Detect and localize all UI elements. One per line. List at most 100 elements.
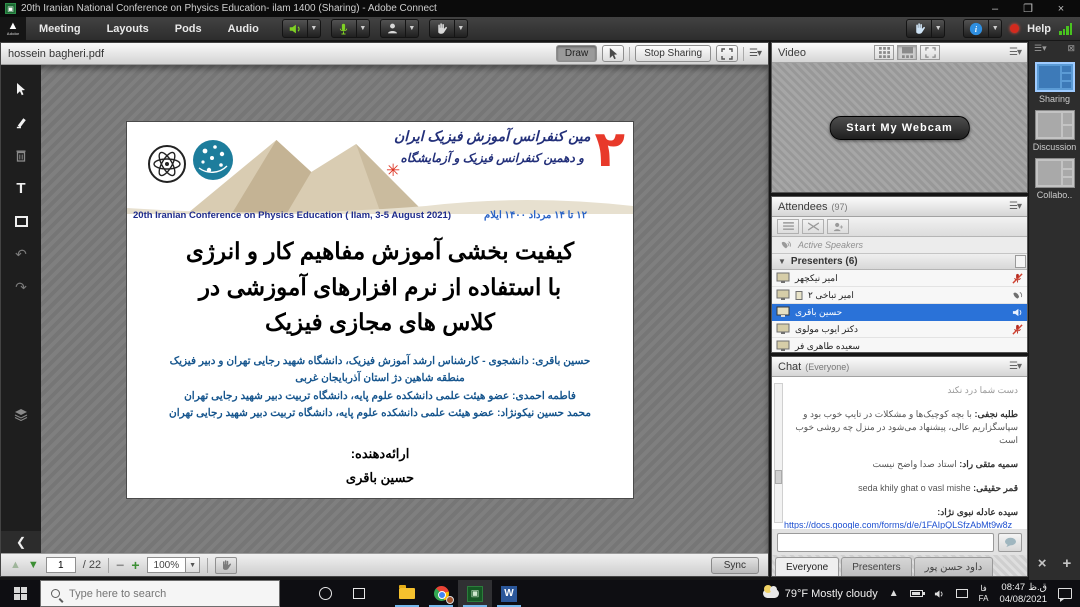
previous-page-button[interactable]: ▲ xyxy=(10,559,21,571)
maximize-button[interactable]: ❐ xyxy=(1014,2,1042,15)
layout-thumb-collaboration[interactable] xyxy=(1035,158,1075,188)
menu-meeting[interactable]: Meeting xyxy=(26,17,94,41)
delete-tool[interactable] xyxy=(10,145,32,165)
network-icon[interactable] xyxy=(956,589,968,598)
page-number-input[interactable] xyxy=(46,557,76,573)
start-button[interactable] xyxy=(0,580,40,607)
connection-signal-icon[interactable] xyxy=(1059,23,1072,35)
menu-layouts[interactable]: Layouts xyxy=(94,17,162,41)
send-message-button[interactable] xyxy=(998,533,1022,552)
taskbar-search[interactable] xyxy=(40,580,280,607)
select-tool[interactable] xyxy=(10,79,32,99)
info-dropdown[interactable]: ▼ xyxy=(989,19,1002,38)
info-button[interactable]: i xyxy=(963,19,989,38)
cloud-icon xyxy=(763,589,779,598)
chat-link[interactable]: https://docs.google.com/forms/d/e/1FAIpQ… xyxy=(784,519,1018,529)
fullscreen-button[interactable] xyxy=(716,45,738,62)
search-input[interactable] xyxy=(69,588,249,600)
attendee-row[interactable]: امیر تباخی ۲ xyxy=(772,287,1027,304)
chat-tab-everyone[interactable]: Everyone xyxy=(775,557,839,576)
attendee-row-selected[interactable]: حسین باقری xyxy=(772,304,1027,321)
file-explorer-button[interactable] xyxy=(390,580,424,607)
attendee-row[interactable]: سعیده طاهری فر xyxy=(772,338,1027,352)
layout-thumb-sharing[interactable] xyxy=(1035,62,1075,92)
list-view-button[interactable] xyxy=(777,219,799,234)
start-webcam-button[interactable]: Start My Webcam xyxy=(829,116,970,140)
menu-pods[interactable]: Pods xyxy=(162,17,215,41)
close-button[interactable]: × xyxy=(1047,3,1075,15)
attendees-scrollbar[interactable] xyxy=(1015,255,1026,268)
raise-hand-button[interactable] xyxy=(429,19,455,38)
chat-tab-private[interactable]: داود حسن پور xyxy=(914,557,994,576)
status-dropdown[interactable]: ▼ xyxy=(932,19,945,38)
attendee-status-view-button[interactable] xyxy=(827,219,849,234)
video-pod-menu[interactable]: ☰▾ xyxy=(1009,47,1021,58)
add-layout-button[interactable]: + xyxy=(1063,555,1072,572)
breakout-view-button[interactable] xyxy=(802,219,824,234)
shape-tool[interactable] xyxy=(10,211,32,231)
webcam-dropdown[interactable]: ▼ xyxy=(406,19,419,38)
layout-thumb-discussion[interactable] xyxy=(1035,110,1075,140)
filmstrip-view-button[interactable] xyxy=(897,45,917,60)
chat-sender-name: قمر حقیقی xyxy=(971,483,1018,493)
chrome-button[interactable] xyxy=(424,580,458,607)
grid-view-button[interactable] xyxy=(874,45,894,60)
taskbar-clock[interactable]: 08:47ق.ظ 04/08/2021 xyxy=(999,582,1047,606)
text-tool[interactable]: T xyxy=(10,178,32,198)
menu-audio[interactable]: Audio xyxy=(215,17,272,41)
pan-tool-button[interactable] xyxy=(215,557,237,574)
weather-widget[interactable]: 79°F Mostly cloudy xyxy=(763,588,878,600)
cortana-button[interactable] xyxy=(308,580,342,607)
video-fullscreen-button[interactable] xyxy=(920,45,940,60)
stop-sharing-button[interactable]: Stop Sharing xyxy=(635,45,711,62)
help-menu[interactable]: Help xyxy=(1027,23,1051,35)
chat-scrollbar-thumb[interactable] xyxy=(775,470,782,484)
marker-tool[interactable] xyxy=(10,112,32,132)
language-indicator[interactable]: فا FA xyxy=(979,584,989,602)
presenter-monitor-icon xyxy=(776,306,790,318)
attendee-row[interactable]: دکتر ایوب مولوی xyxy=(772,321,1027,338)
raise-hand-dropdown[interactable]: ▼ xyxy=(455,19,468,38)
layouts-menu[interactable]: ☰▾ xyxy=(1034,43,1047,54)
chat-pod-menu[interactable]: ☰▾ xyxy=(1009,361,1021,372)
pointer-icon xyxy=(608,47,619,60)
microphone-button[interactable] xyxy=(331,19,357,38)
undo-button[interactable]: ↶ xyxy=(10,244,32,264)
arrange-tool[interactable] xyxy=(10,404,32,424)
microphone-dropdown[interactable]: ▼ xyxy=(357,19,370,38)
task-view-button[interactable] xyxy=(342,580,376,607)
attendees-pod-menu[interactable]: ☰▾ xyxy=(1009,201,1021,212)
action-center-icon[interactable] xyxy=(1058,588,1072,599)
webcam-button[interactable] xyxy=(380,19,406,38)
adobe-connect-button[interactable]: ▣ xyxy=(458,580,492,607)
zoom-out-button[interactable]: − xyxy=(116,557,124,573)
sync-button[interactable]: Sync xyxy=(711,557,759,574)
zoom-in-button[interactable]: + xyxy=(131,557,139,573)
next-page-button[interactable]: ▼ xyxy=(28,559,39,571)
zoom-level-select[interactable]: 100% ▼ xyxy=(147,557,201,573)
recording-indicator[interactable] xyxy=(1010,24,1019,33)
chat-message: طلبه نجفیبا بچه کوچیک‌ها و مشکلات در تای… xyxy=(784,408,1018,447)
share-pod-menu[interactable]: ☰▾ xyxy=(749,48,761,59)
word-button[interactable]: W xyxy=(492,580,526,607)
hidden-icons-chevron[interactable]: ▲ xyxy=(889,588,899,599)
battery-icon[interactable] xyxy=(910,590,923,597)
delete-layout-button[interactable]: × xyxy=(1038,555,1047,572)
chevron-down-icon[interactable]: ▼ xyxy=(185,558,199,572)
attendee-row[interactable]: امیر نیکچهر xyxy=(772,270,1027,287)
status-hand-button[interactable] xyxy=(906,19,932,38)
draw-button[interactable]: Draw xyxy=(556,45,597,62)
chat-tab-presenters[interactable]: Presenters xyxy=(841,557,911,576)
physics-society-logo xyxy=(147,144,187,184)
speaker-dropdown[interactable]: ▼ xyxy=(308,19,321,38)
dock-icon[interactable]: ⊠ xyxy=(1067,43,1075,54)
collapse-toolbar-button[interactable]: ❮ xyxy=(1,531,41,553)
volume-icon[interactable] xyxy=(934,589,945,599)
speaker-button[interactable] xyxy=(282,19,308,38)
chat-input[interactable] xyxy=(777,533,994,552)
pointer-tool-button[interactable] xyxy=(602,45,624,62)
minimize-button[interactable]: – xyxy=(981,3,1009,15)
redo-button[interactable]: ↷ xyxy=(10,277,32,297)
presenters-section-header[interactable]: ▼ Presenters (6) xyxy=(772,254,1027,270)
chat-scrollbar[interactable] xyxy=(774,383,783,523)
